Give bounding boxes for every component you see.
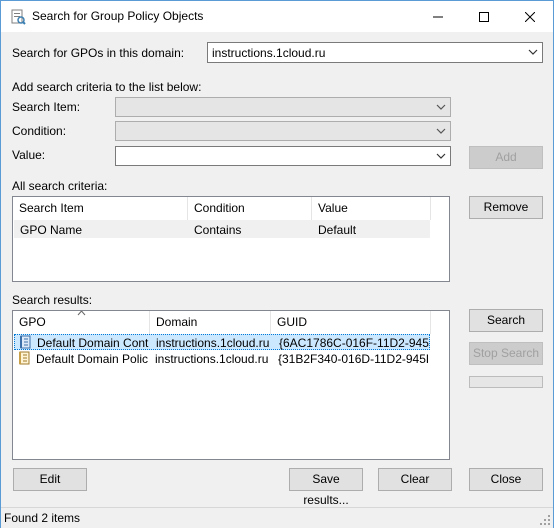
gpo-scroll-icon bbox=[19, 351, 30, 365]
value-label: Value: bbox=[12, 148, 46, 162]
maximize-button[interactable] bbox=[461, 1, 507, 32]
add-button[interactable]: Add bbox=[469, 146, 543, 169]
gpo-domain-cell: instructions.1cloud.ru bbox=[155, 352, 269, 366]
domain-label: Search for GPOs in this domain: bbox=[12, 46, 185, 60]
domain-dropdown[interactable]: instructions.1cloud.ru bbox=[207, 42, 543, 63]
column-guid[interactable]: GUID bbox=[271, 311, 431, 334]
gpo-scroll-icon bbox=[20, 335, 31, 349]
search-button[interactable]: Search bbox=[469, 309, 543, 332]
condition-dropdown[interactable] bbox=[115, 121, 451, 141]
gpo-guid-cell: {6AC1786C-016F-11D2-945F... bbox=[279, 336, 429, 350]
column-value[interactable]: Value bbox=[312, 197, 431, 220]
minimize-button[interactable] bbox=[415, 1, 461, 32]
column-gpo-label: GPO bbox=[19, 315, 46, 329]
table-row[interactable]: Default Domain Policy instructions.1clou… bbox=[14, 351, 430, 367]
value-combobox[interactable] bbox=[115, 146, 451, 166]
save-results-button[interactable]: Save results... bbox=[289, 468, 363, 507]
table-row[interactable]: Default Domain Contr... instructions.1cl… bbox=[14, 334, 430, 350]
criteria-item-cell: GPO Name bbox=[20, 223, 83, 237]
results-list[interactable]: GPO Domain GUID Default Domain Contr... … bbox=[12, 310, 450, 460]
column-condition[interactable]: Condition bbox=[188, 197, 312, 220]
condition-label: Condition: bbox=[12, 124, 67, 138]
chevron-down-icon bbox=[436, 153, 446, 159]
chevron-down-icon bbox=[436, 128, 446, 134]
column-search-item[interactable]: Search Item bbox=[13, 197, 188, 220]
criteria-value-cell: Default bbox=[318, 223, 357, 237]
chevron-down-icon bbox=[436, 104, 446, 110]
search-item-dropdown[interactable] bbox=[115, 97, 451, 117]
status-text: Found 2 items bbox=[4, 511, 81, 525]
all-criteria-label: All search criteria: bbox=[12, 179, 108, 193]
column-gpo[interactable]: GPO bbox=[13, 311, 150, 334]
status-bar: Found 2 items bbox=[1, 507, 553, 528]
search-gpo-dialog: Search for Group Policy Objects Search f… bbox=[0, 0, 554, 528]
gpo-domain-cell: instructions.1cloud.ru bbox=[156, 336, 270, 350]
gpo-guid-cell: {31B2F340-016D-11D2-945F... bbox=[278, 352, 428, 366]
edit-button[interactable]: Edit bbox=[13, 468, 87, 491]
gpo-name-cell: Default Domain Policy bbox=[36, 352, 148, 366]
table-row[interactable]: GPO Name Contains Default bbox=[14, 220, 430, 238]
chevron-down-icon bbox=[528, 49, 538, 55]
sort-ascending-icon bbox=[77, 311, 86, 316]
close-icon bbox=[525, 11, 535, 22]
criteria-instruction: Add search criteria to the list below: bbox=[12, 80, 202, 94]
search-progress-bar bbox=[469, 376, 543, 388]
clear-button[interactable]: Clear bbox=[378, 468, 452, 491]
window-title: Search for Group Policy Objects bbox=[32, 9, 204, 23]
close-button[interactable]: Close bbox=[469, 468, 543, 491]
close-window-button[interactable] bbox=[507, 1, 553, 32]
maximize-icon bbox=[479, 11, 489, 22]
title-bar[interactable]: Search for Group Policy Objects bbox=[1, 1, 553, 32]
gpo-name-cell: Default Domain Contr... bbox=[37, 336, 149, 350]
minimize-icon bbox=[433, 16, 443, 17]
resize-grip-icon[interactable] bbox=[539, 514, 551, 526]
column-domain[interactable]: Domain bbox=[150, 311, 271, 334]
results-label: Search results: bbox=[12, 293, 93, 307]
remove-button[interactable]: Remove bbox=[469, 196, 543, 219]
gpo-search-icon bbox=[11, 9, 26, 25]
criteria-condition-cell: Contains bbox=[194, 223, 242, 237]
stop-search-button[interactable]: Stop Search bbox=[469, 342, 543, 365]
domain-value: instructions.1cloud.ru bbox=[212, 46, 326, 60]
search-item-label: Search Item: bbox=[12, 100, 81, 114]
criteria-list[interactable]: Search Item Condition Value GPO Name Con… bbox=[12, 196, 450, 282]
